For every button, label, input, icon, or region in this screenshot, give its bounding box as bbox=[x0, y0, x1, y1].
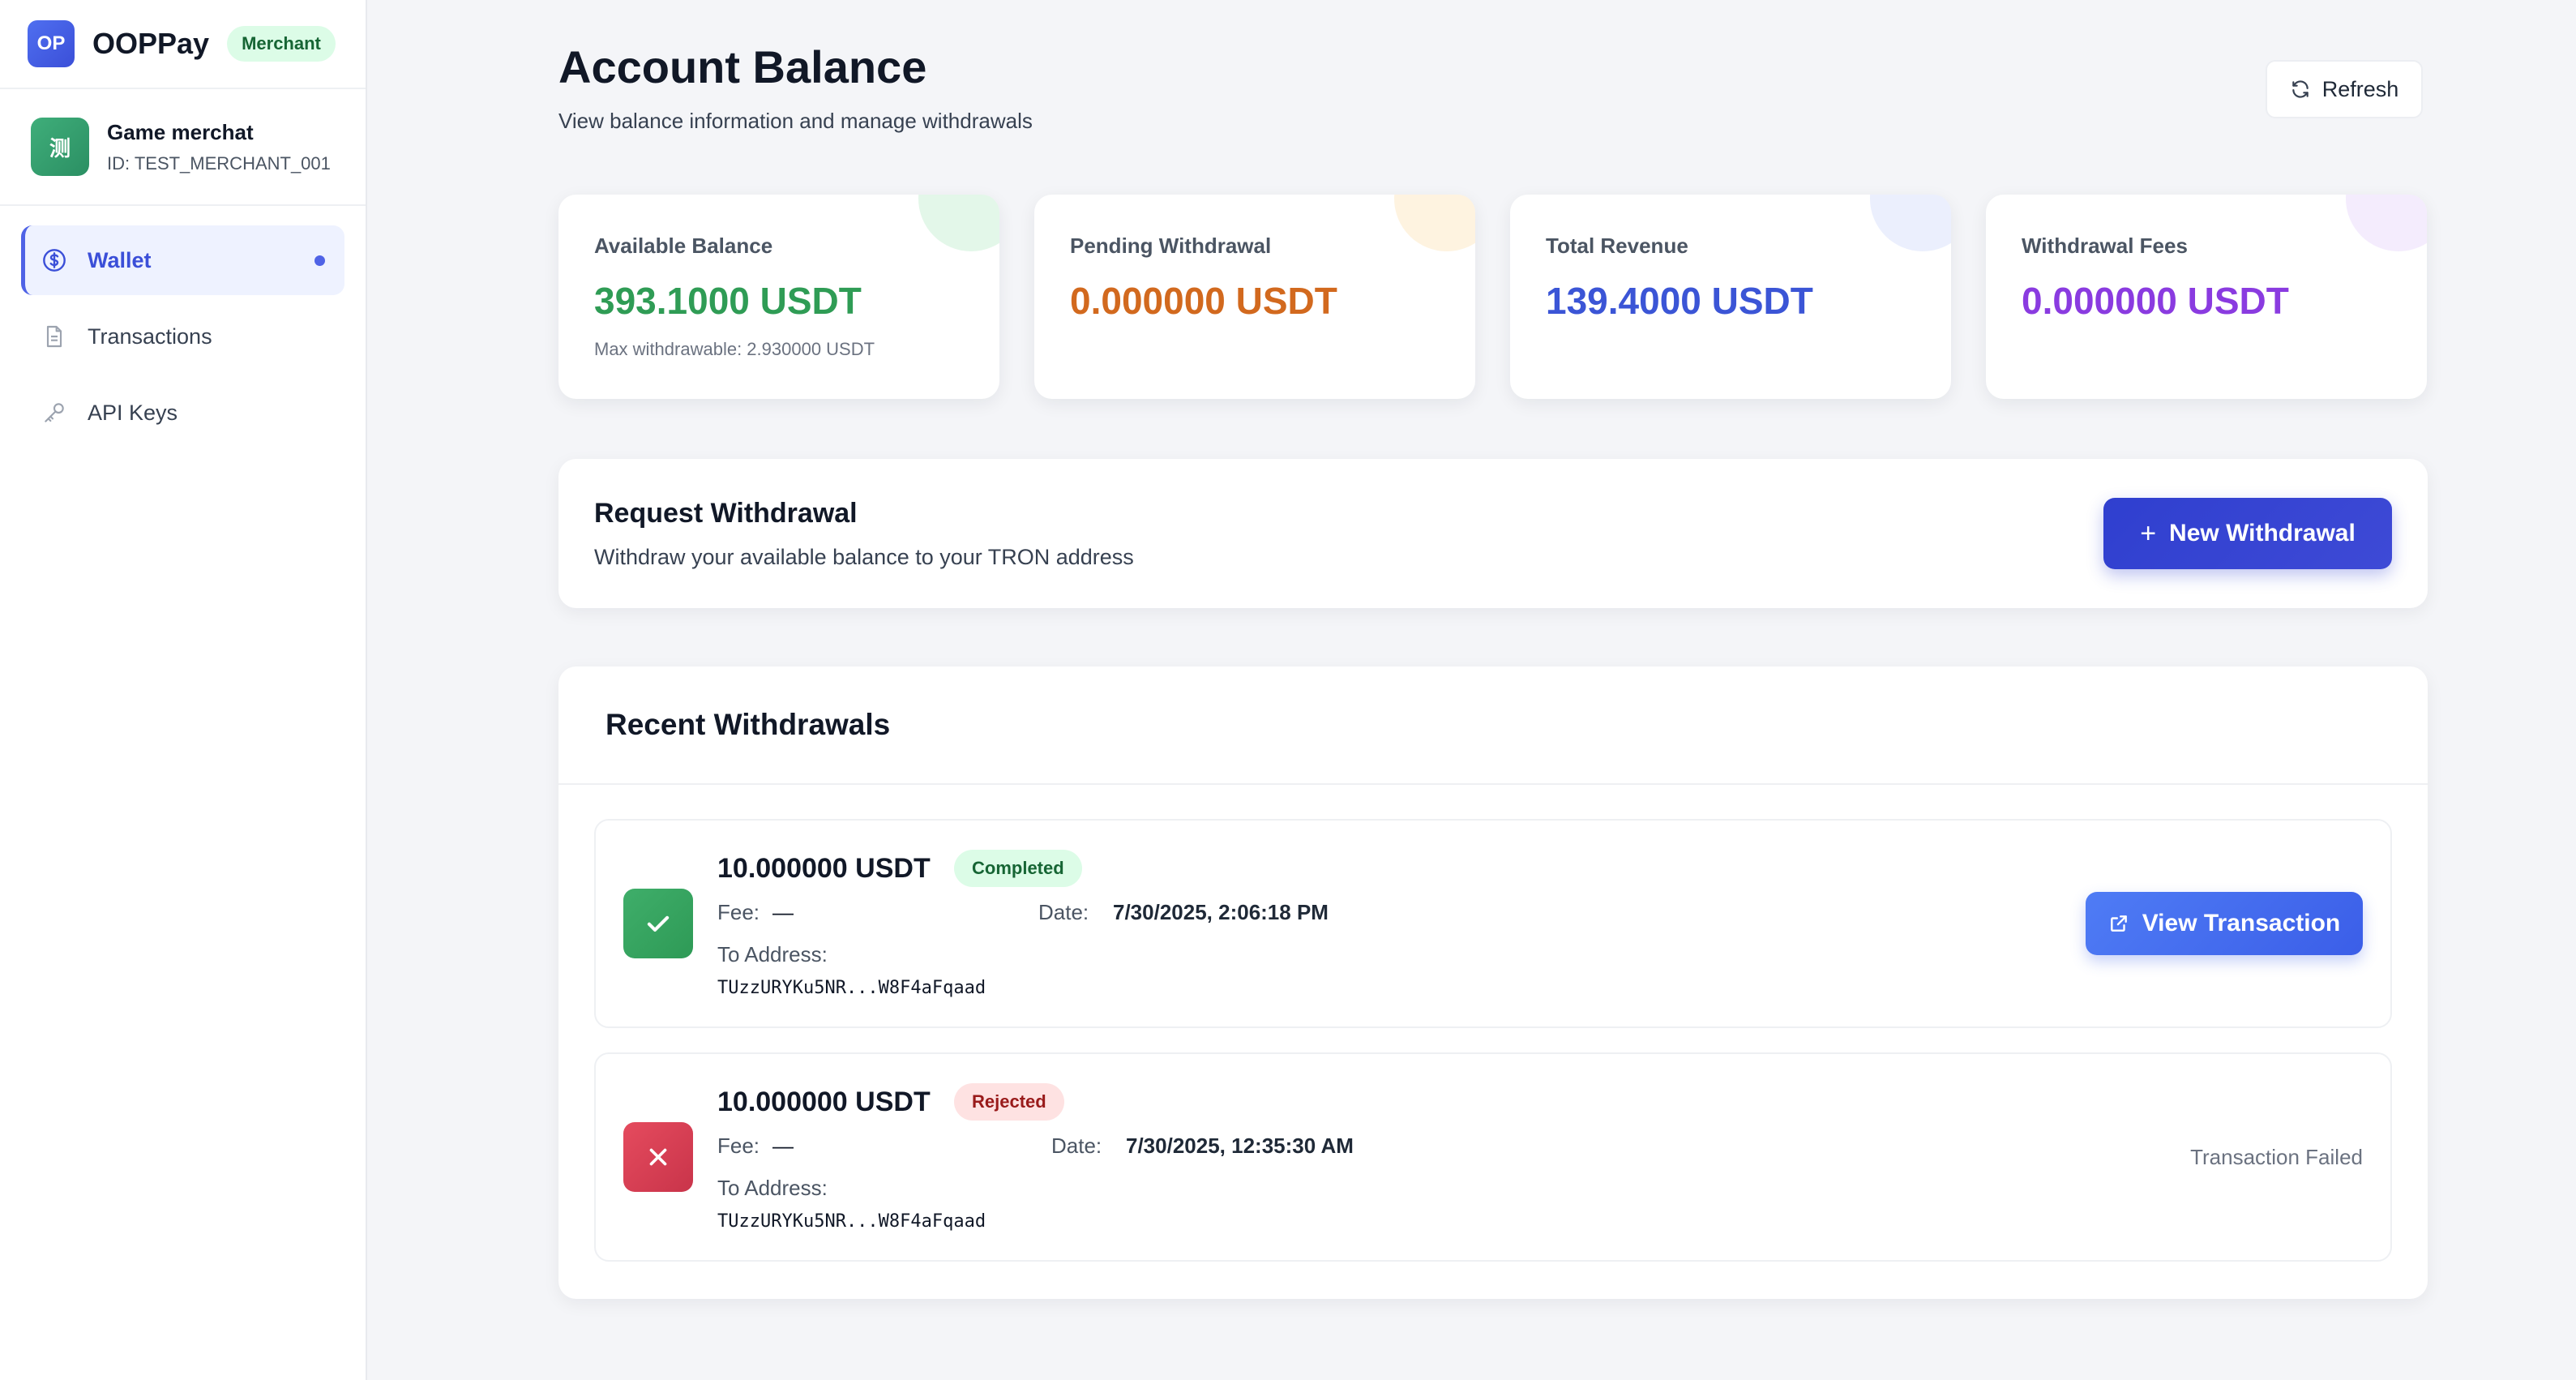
card-decoration bbox=[1394, 195, 1475, 251]
withdrawal-amount: 10.000000 USDT bbox=[717, 853, 931, 884]
date-label: Date: bbox=[1051, 1134, 1102, 1158]
app: OP OOPPay Merchant 测 Game merchat ID: TE… bbox=[0, 0, 2576, 1380]
new-withdrawal-button[interactable]: + New Withdrawal bbox=[2103, 498, 2392, 569]
fee-label: Fee: bbox=[717, 900, 760, 924]
refresh-label: Refresh bbox=[2321, 76, 2399, 101]
main-content: Account Balance View balance information… bbox=[367, 0, 2576, 1380]
active-indicator bbox=[315, 255, 325, 266]
card-decoration bbox=[2346, 195, 2427, 251]
card-label: Available Balance bbox=[594, 234, 773, 258]
merchant-profile: 测 Game merchat ID: TEST_MERCHANT_001 bbox=[0, 89, 366, 206]
external-link-icon bbox=[2108, 913, 2129, 934]
brand-logo: OP bbox=[28, 20, 75, 67]
card-label: Total Revenue bbox=[1546, 234, 1688, 258]
request-withdrawal-panel: Request Withdrawal Withdraw your availab… bbox=[558, 459, 2428, 608]
card-note: Max withdrawable: 2.930000 USDT bbox=[594, 339, 875, 359]
address-label: To Address: bbox=[717, 942, 828, 966]
card-label: Withdrawal Fees bbox=[2022, 234, 2188, 258]
role-badge: Merchant bbox=[227, 26, 336, 62]
sidebar: OP OOPPay Merchant 测 Game merchat ID: TE… bbox=[0, 0, 367, 1380]
card-pending-withdrawal: Pending Withdrawal 0.000000 USDT bbox=[1034, 195, 1475, 399]
card-label: Pending Withdrawal bbox=[1070, 234, 1272, 258]
plus-icon: + bbox=[2140, 517, 2157, 549]
request-subtitle: Withdraw your available balance to your … bbox=[594, 545, 1134, 569]
card-total-revenue: Total Revenue 139.4000 USDT bbox=[1510, 195, 1951, 399]
fee-label: Fee: bbox=[717, 1134, 760, 1158]
card-available-balance: Available Balance 393.1000 USDT Max with… bbox=[558, 195, 999, 399]
sidebar-item-wallet[interactable]: Wallet bbox=[21, 225, 344, 295]
view-transaction-button[interactable]: View Transaction bbox=[2086, 892, 2363, 955]
brand-header: OP OOPPay Merchant bbox=[0, 0, 366, 89]
fee-value: — bbox=[772, 1134, 794, 1158]
avatar: 测 bbox=[31, 118, 89, 176]
new-withdrawal-label: New Withdrawal bbox=[2169, 520, 2356, 546]
key-icon bbox=[41, 399, 68, 426]
check-icon bbox=[623, 889, 693, 958]
fee-value: — bbox=[772, 900, 794, 924]
sidebar-nav: Wallet Transactions API Keys bbox=[0, 206, 366, 474]
address-label: To Address: bbox=[717, 1176, 828, 1200]
card-value: 139.4000 USDT bbox=[1546, 280, 1813, 322]
status-badge: Completed bbox=[954, 850, 1082, 887]
transaction-failed-text: Transaction Failed bbox=[2190, 1145, 2363, 1169]
request-title: Request Withdrawal bbox=[594, 498, 858, 529]
list-item: 10.000000 USDT Completed Fee: — Date: 7/… bbox=[594, 819, 2392, 1028]
card-value: 0.000000 USDT bbox=[1070, 280, 1337, 322]
sidebar-item-label: Transactions bbox=[88, 324, 212, 349]
sidebar-item-transactions[interactable]: Transactions bbox=[21, 302, 344, 371]
sidebar-item-api-keys[interactable]: API Keys bbox=[21, 378, 344, 448]
recent-withdrawals-panel: Recent Withdrawals 10.000000 USDT Comple… bbox=[558, 666, 2428, 1299]
status-badge: Rejected bbox=[954, 1083, 1064, 1121]
merchant-name: Game merchat bbox=[107, 119, 254, 144]
withdrawal-amount: 10.000000 USDT bbox=[717, 1086, 931, 1117]
merchant-id: ID: TEST_MERCHANT_001 bbox=[107, 152, 331, 174]
card-value: 0.000000 USDT bbox=[2022, 280, 2289, 322]
refresh-button[interactable]: Refresh bbox=[2266, 60, 2423, 118]
sidebar-item-label: API Keys bbox=[88, 400, 178, 425]
close-icon bbox=[623, 1122, 693, 1192]
date-label: Date: bbox=[1038, 900, 1089, 924]
brand-name: OOPPay bbox=[92, 27, 210, 60]
merchant-info: Game merchat ID: TEST_MERCHANT_001 bbox=[107, 120, 331, 174]
refresh-icon bbox=[2290, 79, 2311, 100]
card-decoration bbox=[1870, 195, 1951, 251]
recent-title: Recent Withdrawals bbox=[605, 708, 891, 741]
card-decoration bbox=[918, 195, 999, 251]
recent-header: Recent Withdrawals bbox=[558, 666, 2428, 785]
address-value: TUzzURYKu5NR...W8F4aFqaad bbox=[717, 1211, 986, 1232]
list-item: 10.000000 USDT Rejected Fee: — Date: 7/3… bbox=[594, 1052, 2392, 1262]
card-value: 393.1000 USDT bbox=[594, 280, 862, 322]
date-value: 7/30/2025, 2:06:18 PM bbox=[1113, 900, 1329, 924]
view-transaction-label: View Transaction bbox=[2142, 910, 2341, 936]
sidebar-item-label: Wallet bbox=[88, 247, 152, 272]
address-value: TUzzURYKu5NR...W8F4aFqaad bbox=[717, 978, 986, 998]
date-value: 7/30/2025, 12:35:30 AM bbox=[1126, 1134, 1354, 1158]
page-subtitle: View balance information and manage with… bbox=[558, 109, 1033, 133]
page-title: Account Balance bbox=[558, 41, 927, 92]
card-withdrawal-fees: Withdrawal Fees 0.000000 USDT bbox=[1986, 195, 2427, 399]
document-icon bbox=[41, 323, 68, 350]
dollar-circle-icon bbox=[41, 246, 68, 274]
